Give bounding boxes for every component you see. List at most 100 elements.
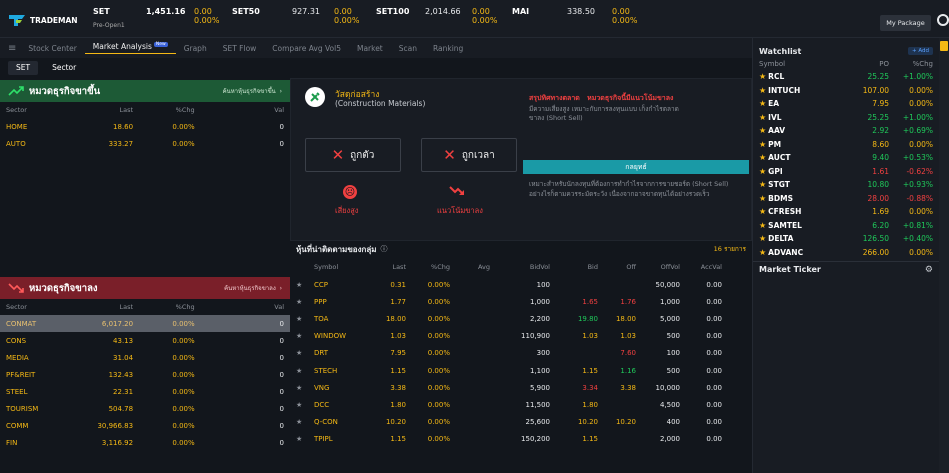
watchlist-row[interactable]: ★ ADVANC 266.00 0.00%: [753, 246, 939, 260]
hamburger-menu-icon[interactable]: ≡: [0, 43, 20, 54]
settings-gear-icon[interactable]: ⚙: [925, 265, 933, 275]
sector-row[interactable]: FIN 3,116.92 0.00% 0: [0, 434, 290, 451]
star-icon[interactable]: ★: [759, 86, 766, 95]
watchlist-row[interactable]: ★ RCL 25.25 +1.00%: [753, 70, 939, 84]
star-icon[interactable]: ★: [759, 167, 766, 176]
index-set50-chg: 0.00: [334, 7, 352, 16]
star-icon[interactable]: ★: [290, 332, 302, 340]
watchlist-row[interactable]: ★ GPI 1.61 -0.62%: [753, 165, 939, 179]
star-icon[interactable]: ★: [759, 140, 766, 149]
subtab-sector[interactable]: Sector: [44, 61, 84, 75]
stock-row[interactable]: ★ CCP 0.31 0.00% 100 50,000 0.00: [290, 276, 752, 293]
side-tool-icon[interactable]: [940, 41, 948, 51]
downtrend-icon: [449, 185, 465, 199]
star-icon[interactable]: ★: [759, 99, 766, 108]
index-set[interactable]: SET Pre-Open1: [93, 7, 125, 29]
tab-ranking[interactable]: Ranking: [425, 44, 471, 53]
tab-stock-center[interactable]: Stock Center: [20, 44, 84, 53]
sector-row[interactable]: MEDIA 31.04 0.00% 0: [0, 349, 290, 366]
sub-tabs: SET Sector: [0, 58, 290, 78]
star-icon[interactable]: ★: [290, 418, 302, 426]
watchlist-row[interactable]: ★ PM 8.60 0.00%: [753, 138, 939, 152]
stock-row[interactable]: ★ Q-CON 10.20 0.00% 25,600 10.20 10.20 400 0.00: [290, 414, 752, 431]
star-icon[interactable]: ★: [290, 298, 302, 306]
index-mai-value: 338.50: [567, 7, 595, 16]
index-mai[interactable]: MAI: [512, 7, 529, 16]
down-sector-search-link[interactable]: ค้นหาหุ้นธุรกิจขาลง ›: [224, 283, 282, 293]
tab-compare-avg-vol5[interactable]: Compare Avg Vol5: [264, 44, 349, 53]
watchlist-row[interactable]: ★ STGT 10.80 +0.93%: [753, 178, 939, 192]
market-ticker-title: Market Ticker: [759, 265, 821, 274]
stock-row[interactable]: ★ TOA 18.00 0.00% 2,200 19.80 18.00 5,000 0.00: [290, 310, 752, 327]
star-icon[interactable]: ★: [290, 349, 302, 357]
right-side-toolbar: [939, 38, 949, 473]
watchlist-row[interactable]: ★ DELTA 126.50 +0.40%: [753, 232, 939, 246]
add-watchlist-button[interactable]: + Add: [907, 47, 933, 55]
index-set50-value: 927.31: [292, 7, 320, 16]
watchlist-row[interactable]: ★ AAV 2.92 +0.69%: [753, 124, 939, 138]
star-icon[interactable]: ★: [290, 315, 302, 323]
index-set50[interactable]: SET50: [232, 7, 260, 16]
star-icon[interactable]: ★: [759, 221, 766, 230]
sector-row[interactable]: CONMAT 6,017.20 0.00% 0: [0, 315, 290, 332]
up-sector-search-link[interactable]: ค้นหาหุ้นธุรกิจขาขึ้น ›: [223, 86, 282, 96]
sector-row[interactable]: STEEL 22.31 0.00% 0: [0, 383, 290, 400]
star-icon[interactable]: ★: [759, 153, 766, 162]
star-icon[interactable]: ★: [290, 435, 302, 443]
watchlist-row[interactable]: ★ BDMS 28.00 -0.88%: [753, 192, 939, 206]
star-icon[interactable]: ★: [759, 72, 766, 81]
watchlist-row[interactable]: ★ CFRESH 1.69 0.00%: [753, 205, 939, 219]
sector-row[interactable]: CONS 43.13 0.00% 0: [0, 332, 290, 349]
star-icon[interactable]: ★: [759, 234, 766, 243]
stock-row[interactable]: ★ DRT 7.95 0.00% 300 7.60 100 0.00: [290, 345, 752, 362]
risk-label: เสี่ยงสูง: [335, 206, 359, 215]
subtab-set[interactable]: SET: [8, 61, 39, 75]
index-set100[interactable]: SET100: [376, 7, 409, 16]
watchlist-title: Watchlist: [759, 46, 802, 56]
star-icon[interactable]: ★: [290, 367, 302, 375]
user-icon[interactable]: [937, 14, 949, 26]
tab-market[interactable]: Market: [349, 44, 391, 53]
watchlist-row[interactable]: ★ INTUCH 107.00 0.00%: [753, 84, 939, 98]
tab-set-flow[interactable]: SET Flow: [215, 44, 265, 53]
sector-name-en: (Construction Materials): [335, 99, 426, 108]
tab-graph[interactable]: Graph: [176, 44, 215, 53]
star-icon[interactable]: ★: [290, 401, 302, 409]
star-icon[interactable]: ★: [290, 384, 302, 392]
logo[interactable]: TRADEMAN: [8, 10, 84, 30]
watchlist-row[interactable]: ★ IVL 25.25 +1.00%: [753, 111, 939, 125]
watchlist-row[interactable]: ★ SAMTEL 6.20 +0.81%: [753, 219, 939, 233]
stock-table-title: หุ้นที่น่าติดตามของกลุ่ม: [296, 244, 377, 254]
star-icon[interactable]: ★: [759, 248, 766, 257]
star-icon[interactable]: ★: [759, 207, 766, 216]
my-package-button[interactable]: My Package: [880, 15, 931, 31]
stock-row[interactable]: ★ STECH 1.15 0.00% 1,100 1.15 1.16 500 0.00: [290, 362, 752, 379]
info-icon[interactable]: ⓘ: [381, 244, 388, 254]
up-sector-column-header: Sector Last %Chg Val: [6, 106, 284, 114]
tab-scan[interactable]: Scan: [391, 44, 425, 53]
stock-row[interactable]: ★ TPIPL 1.15 0.00% 150,200 1.15 2,000 0.00: [290, 431, 752, 448]
watchlist-header: Symbol PO %Chg: [759, 60, 933, 68]
star-icon[interactable]: ★: [759, 113, 766, 122]
stock-row[interactable]: ★ WINDOW 1.03 0.00% 110,900 1.03 1.03 500 0.00: [290, 328, 752, 345]
up-sector-title: หมวดธุรกิจขาขึ้น: [29, 85, 101, 97]
sector-row[interactable]: HOME 18.60 0.00% 0: [0, 118, 290, 135]
stock-row[interactable]: ★ VNG 3.38 0.00% 5,900 3.34 3.38 10,000 0.00: [290, 379, 752, 396]
sector-row[interactable]: TOURISM 504.78 0.00% 0: [0, 400, 290, 417]
star-icon[interactable]: ★: [290, 281, 302, 289]
index-mai-chg: 0.00: [612, 7, 630, 16]
tab-market-analysis[interactable]: Market Analysis New: [84, 42, 176, 54]
watchlist-row[interactable]: ★ AUCT 9.40 +0.53%: [753, 151, 939, 165]
sector-row[interactable]: COMM 30,966.83 0.00% 0: [0, 417, 290, 434]
stock-table-header: Symbol Last %Chg Avg BidVol Bid Off OffV…: [314, 262, 722, 271]
stock-row[interactable]: ★ PPP 1.77 0.00% 1,000 1.65 1.76 1,000 0.00: [290, 293, 752, 310]
strategy-text: เหมาะสำหรับนักลงทุนที่ต้องการทำกำไรจากกา…: [529, 180, 729, 198]
down-sector-title: หมวดธุรกิจขาลง: [29, 282, 98, 294]
star-icon[interactable]: ★: [759, 126, 766, 135]
sector-row[interactable]: AUTO 333.27 0.00% 0: [0, 135, 290, 152]
star-icon[interactable]: ★: [759, 194, 766, 203]
star-icon[interactable]: ★: [759, 180, 766, 189]
stock-row[interactable]: ★ DCC 1.80 0.00% 11,500 1.80 4,500 0.00: [290, 396, 752, 413]
watchlist-row[interactable]: ★ EA 7.95 0.00%: [753, 97, 939, 111]
sector-row[interactable]: PF&REIT 132.43 0.00% 0: [0, 366, 290, 383]
